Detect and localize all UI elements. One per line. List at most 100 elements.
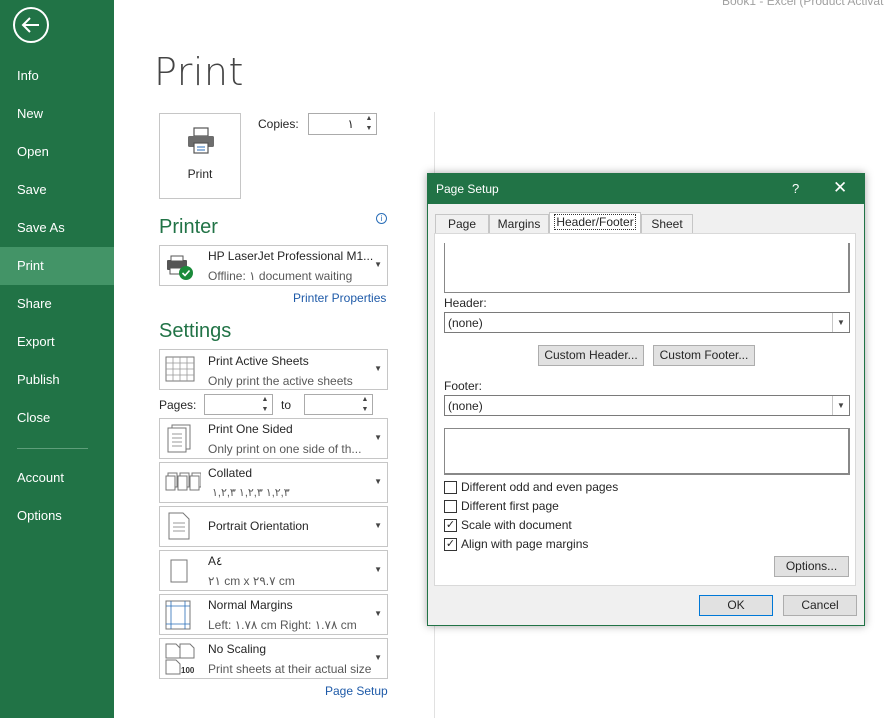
close-icon[interactable]: ✕ xyxy=(833,178,847,198)
paper-size-desc: ٢١ cm x ٢٩.٧ cm xyxy=(208,574,295,588)
header-select[interactable]: (none) ▼ xyxy=(444,312,850,333)
checkbox-align-margins-label: Align with page margins xyxy=(461,537,589,551)
checkbox-first-page-label: Different first page xyxy=(461,499,559,513)
checkbox-first-page-box[interactable] xyxy=(444,499,457,513)
nav-account[interactable]: Account xyxy=(0,459,114,497)
printer-properties-link[interactable]: Printer Properties xyxy=(293,291,386,305)
orientation-title: Portrait Orientation xyxy=(208,519,309,533)
paper-size-dropdown[interactable]: A٤ ٢١ cm x ٢٩.٧ cm ▼ xyxy=(159,550,388,591)
page-title: Print xyxy=(154,50,244,94)
copies-input[interactable]: ١ ▲ ▼ xyxy=(308,113,377,135)
scaling-title: No Scaling xyxy=(208,642,267,656)
nav-divider xyxy=(17,448,88,449)
sides-dropdown[interactable]: Print One Sided Only print on one side o… xyxy=(159,418,388,459)
portrait-icon xyxy=(168,512,190,540)
print-button-label: Print xyxy=(187,167,213,181)
tab-page-label: Page xyxy=(447,217,477,231)
pages-to-spinner[interactable]: ▲ ▼ xyxy=(358,395,372,415)
info-icon[interactable]: i xyxy=(376,213,387,224)
checkbox-odd-even[interactable]: Different odd and even pages xyxy=(444,479,618,495)
spin-up-icon[interactable]: ▲ xyxy=(362,114,376,124)
footer-select[interactable]: (none) ▼ xyxy=(444,395,850,416)
nav-print[interactable]: Print xyxy=(0,247,114,285)
dialog-title: Page Setup xyxy=(436,182,499,196)
nav-info[interactable]: Info xyxy=(0,57,114,95)
options-button[interactable]: Options... xyxy=(774,556,849,577)
scaling-dropdown[interactable]: 100 No Scaling Print sheets at their act… xyxy=(159,638,388,679)
collation-dropdown[interactable]: Collated ١,٢,٣ ١,٢,٣ ١,٢,٣ ▼ xyxy=(159,462,388,503)
custom-footer-button[interactable]: Custom Footer... xyxy=(653,345,755,366)
nav-close[interactable]: Close xyxy=(0,399,114,437)
footer-label: Footer: xyxy=(444,379,483,393)
cancel-button[interactable]: Cancel xyxy=(783,595,857,616)
printer-heading: Printer xyxy=(159,216,218,238)
tab-margins[interactable]: Margins xyxy=(489,214,549,234)
chevron-down-icon: ▼ xyxy=(374,364,382,373)
dialog-titlebar[interactable]: Page Setup ? ✕ xyxy=(428,174,864,204)
back-button[interactable] xyxy=(13,7,49,43)
sides-desc: Only print on one side of th... xyxy=(208,442,362,456)
help-icon[interactable]: ? xyxy=(792,181,799,196)
nav-share[interactable]: Share xyxy=(0,285,114,323)
header-select-value: (none) xyxy=(448,316,483,330)
collation-desc: ١,٢,٣ ١,٢,٣ ١,٢,٣ xyxy=(212,487,290,499)
chevron-down-icon: ▼ xyxy=(374,433,382,442)
checkbox-first-page[interactable]: Different first page xyxy=(444,498,559,514)
pages-to-input[interactable]: ▲ ▼ xyxy=(304,394,373,415)
printer-dropdown[interactable]: HP LaserJet Professional M1... Offline: … xyxy=(159,245,388,286)
nav-save[interactable]: Save xyxy=(0,171,114,209)
footer-select-value: (none) xyxy=(448,399,483,413)
header-preview xyxy=(444,243,850,293)
margins-title: Normal Margins xyxy=(208,598,293,612)
nav-open[interactable]: Open xyxy=(0,133,114,171)
nav-export[interactable]: Export xyxy=(0,323,114,361)
collation-title: Collated xyxy=(208,466,253,480)
nav-options[interactable]: Options xyxy=(0,497,114,535)
backstage-sidebar: Info New Open Save Save As Print Share E… xyxy=(0,0,114,718)
collated-icon xyxy=(165,472,201,491)
checkbox-align-margins-box[interactable]: ✓ xyxy=(444,537,457,551)
print-button[interactable]: Print xyxy=(159,113,241,199)
print-what-desc: Only print the active sheets xyxy=(208,374,353,388)
spin-up-icon[interactable]: ▲ xyxy=(358,395,372,405)
spin-down-icon[interactable]: ▼ xyxy=(362,124,376,134)
margins-dropdown[interactable]: Normal Margins Left: ١.٧٨ cm Right: ١.٧٨… xyxy=(159,594,388,635)
checkbox-scale-doc-box[interactable]: ✓ xyxy=(444,518,457,532)
checkbox-align-margins[interactable]: ✓ Align with page margins xyxy=(444,536,588,552)
chevron-down-icon[interactable]: ▼ xyxy=(832,396,849,415)
header-footer-panel: Header: (none) ▼ Custom Header... Custom… xyxy=(434,233,856,586)
settings-heading: Settings xyxy=(159,320,232,342)
pages-label: Pages: xyxy=(159,398,197,412)
spin-down-icon[interactable]: ▼ xyxy=(358,405,372,415)
nav-publish[interactable]: Publish xyxy=(0,361,114,399)
custom-header-button[interactable]: Custom Header... xyxy=(538,345,644,366)
chevron-down-icon: ▼ xyxy=(374,565,382,574)
spin-up-icon[interactable]: ▲ xyxy=(258,395,272,405)
spin-down-icon[interactable]: ▼ xyxy=(258,405,272,415)
tab-sheet[interactable]: Sheet xyxy=(641,214,693,234)
page-setup-link[interactable]: Page Setup xyxy=(325,684,388,698)
margins-desc: Left: ١.٧٨ cm Right: ١.٧٨ cm xyxy=(208,618,357,632)
sides-title: Print One Sided xyxy=(208,422,293,436)
ok-button[interactable]: OK xyxy=(699,595,773,616)
orientation-dropdown[interactable]: Portrait Orientation ▼ xyxy=(159,506,388,547)
print-what-dropdown[interactable]: Print Active Sheets Only print the activ… xyxy=(159,349,388,390)
nav-save-as[interactable]: Save As xyxy=(0,209,114,247)
chevron-down-icon[interactable]: ▼ xyxy=(832,313,849,332)
nav-new[interactable]: New xyxy=(0,95,114,133)
svg-text:100: 100 xyxy=(181,666,195,675)
copies-spinner[interactable]: ▲ ▼ xyxy=(362,114,376,134)
tab-page[interactable]: Page xyxy=(435,214,489,234)
header-label: Header: xyxy=(444,296,487,310)
pages-from-input[interactable]: ▲ ▼ xyxy=(204,394,273,415)
chevron-down-icon: ▼ xyxy=(374,477,382,486)
checkbox-scale-doc[interactable]: ✓ Scale with document xyxy=(444,517,572,533)
page-setup-dialog: Page Setup ? ✕ Page Margins Header/Foote… xyxy=(427,173,865,626)
checkbox-odd-even-box[interactable] xyxy=(444,480,457,494)
paper-icon xyxy=(170,559,188,583)
tab-header-footer[interactable]: Header/Footer xyxy=(549,212,641,234)
no-scaling-icon: 100 xyxy=(165,643,195,675)
pages-to-label: to xyxy=(281,398,292,412)
pages-from-spinner[interactable]: ▲ ▼ xyxy=(258,395,272,415)
copies-label: Copies: xyxy=(258,117,299,131)
